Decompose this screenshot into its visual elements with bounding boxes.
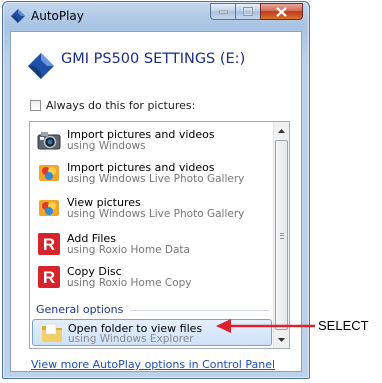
roxio-icon: R (38, 233, 60, 255)
option-subtitle: using Windows Live Photo Gallery (67, 173, 245, 185)
option-subtitle: using Roxio Home Copy (67, 277, 192, 289)
always-do-this-checkbox[interactable] (30, 100, 41, 111)
group-divider (130, 310, 270, 311)
list-scrollbar[interactable] (273, 122, 289, 348)
scroll-up-button[interactable] (274, 122, 289, 139)
window-title: AutoPlay (31, 9, 84, 23)
camera-icon (37, 132, 61, 150)
photo-gallery-icon (39, 200, 59, 216)
autoplay-header-icon (28, 53, 54, 79)
photo-gallery-icon (39, 165, 59, 181)
maximize-button[interactable] (235, 3, 261, 20)
minimize-button[interactable] (210, 3, 236, 20)
annotation-arrow-icon (216, 319, 315, 333)
autoplay-app-icon (11, 9, 25, 23)
scroll-thumb[interactable] (275, 140, 288, 330)
option-view-pictures[interactable]: View pictures using Windows Live Photo G… (30, 192, 274, 224)
grip-icon (280, 233, 284, 239)
option-subtitle: using Windows (67, 140, 146, 152)
maximize-icon (243, 7, 253, 16)
scroll-up-icon (278, 128, 285, 133)
always-do-this-row: Always do this for pictures: (30, 99, 195, 112)
option-import-windows[interactable]: Import pictures and videos using Windows (30, 124, 274, 156)
option-subtitle: using Windows Explorer (68, 333, 194, 345)
roxio-icon: R (38, 266, 60, 288)
svg-text:R: R (43, 235, 55, 254)
always-do-this-label: Always do this for pictures: (46, 99, 196, 112)
title-bar[interactable]: AutoPlay (3, 2, 309, 30)
option-add-files[interactable]: R Add Files using Roxio Home Data (30, 228, 274, 260)
folder-icon (42, 323, 62, 342)
close-icon (276, 6, 287, 17)
minimize-icon (218, 10, 228, 13)
option-import-photo-gallery[interactable]: Import pictures and videos using Windows… (30, 157, 274, 189)
close-button[interactable] (260, 3, 303, 20)
scroll-down-icon (278, 337, 285, 342)
caption-buttons (210, 3, 303, 21)
control-panel-link[interactable]: View more AutoPlay options in Control Pa… (31, 358, 275, 371)
option-copy-disc[interactable]: R Copy Disc using Roxio Home Copy (30, 261, 274, 293)
svg-text:R: R (43, 268, 55, 287)
general-options-label: General options (36, 303, 124, 316)
device-title: GMI PS500 SETTINGS (E:) (61, 51, 246, 67)
option-subtitle: using Roxio Home Data (67, 244, 190, 256)
autoplay-options-list: Import pictures and videos using Windows… (29, 121, 290, 349)
option-subtitle: using Windows Live Photo Gallery (67, 208, 245, 220)
select-annotation-label: SELECT (318, 318, 369, 333)
